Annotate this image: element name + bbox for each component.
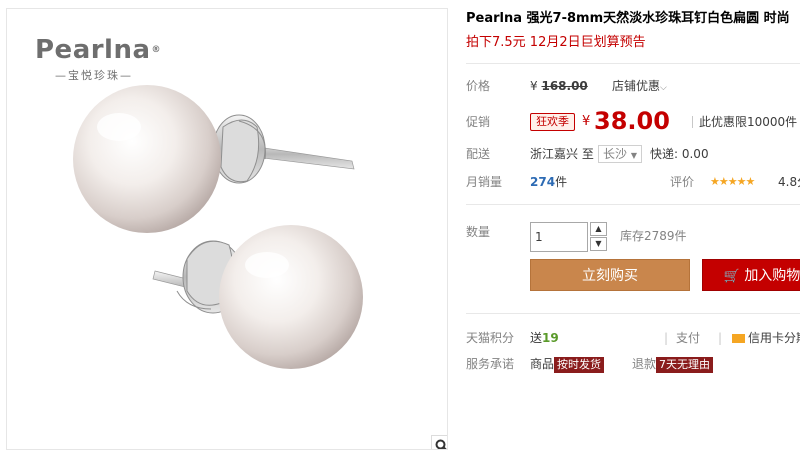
brand-logo: Pearlna® —宝悦珍珠— bbox=[35, 35, 161, 83]
quantity-input[interactable] bbox=[530, 222, 588, 252]
destination-select[interactable]: 长沙 ▼ bbox=[598, 145, 642, 163]
shipping-fee: 快递: 0.00 bbox=[650, 147, 709, 161]
quantity-decrease-button[interactable]: ▼ bbox=[590, 237, 607, 251]
return-promise[interactable]: 退款 7天无理由 bbox=[632, 352, 714, 376]
credit-card-icon bbox=[732, 334, 745, 343]
quantity-label: 数量 bbox=[466, 225, 491, 239]
sales-unit: 件 bbox=[555, 175, 568, 189]
original-price: ¥ 168.00 bbox=[530, 74, 588, 98]
return-label: 退款 bbox=[632, 357, 657, 371]
goods-promise[interactable]: 商品 按时发货 bbox=[530, 352, 605, 376]
promise-label: 服务承诺 bbox=[466, 357, 515, 371]
promo-label: 促销 bbox=[466, 115, 491, 129]
sales-count: 274件 bbox=[530, 170, 567, 194]
product-image-gallery[interactable]: Pearlna® —宝悦珍珠— bbox=[6, 8, 448, 450]
shop-discount-dropdown[interactable]: 店铺优惠⌵ bbox=[612, 74, 667, 100]
price-row: 价格 ¥ 168.00 店铺优惠⌵ bbox=[466, 74, 800, 98]
shipping-label: 配送 bbox=[466, 147, 491, 161]
separator: | bbox=[718, 331, 723, 345]
shipping-from: 浙江嘉兴 至 bbox=[530, 147, 594, 161]
sales-count-value: 274 bbox=[530, 175, 556, 189]
points-label: 天猫积分 bbox=[466, 331, 515, 345]
cart-icon: 🛒 bbox=[723, 269, 740, 284]
separator: | bbox=[664, 331, 669, 345]
buy-now-button[interactable]: 立刻购买 bbox=[530, 259, 690, 291]
product-title: Pearlna 强光7-8mm天然淡水珍珠耳钉白色扁圆 时尚 bbox=[466, 11, 790, 26]
goods-tag: 按时发货 bbox=[554, 357, 605, 373]
product-details: Pearlna 强光7-8mm天然淡水珍珠耳钉白色扁圆 时尚 拍下7.5元 12… bbox=[466, 8, 800, 376]
divider bbox=[466, 204, 800, 205]
promo-currency: ¥ bbox=[582, 114, 591, 129]
service-section: 天猫积分 送19 | 支付 | 信用卡分期 服务承诺 商品按时发货 退款7天无理… bbox=[466, 314, 800, 376]
stock-count: 库存2789件 bbox=[620, 229, 687, 243]
caret-down-icon: ▼ bbox=[630, 151, 637, 160]
brand-subtitle: —宝悦珍珠— bbox=[55, 69, 133, 82]
registered-mark: ® bbox=[151, 45, 162, 55]
shipping-row: 配送 浙江嘉兴 至 长沙 ▼ 快递: 0.00 bbox=[466, 142, 800, 166]
promo-limit: 此优惠限10000件 bbox=[692, 116, 797, 128]
chevron-down-icon: ⌵ bbox=[660, 83, 667, 93]
sales-label: 月销量 bbox=[466, 175, 503, 189]
destination-value: 长沙 bbox=[603, 147, 628, 161]
points-number: 19 bbox=[542, 331, 559, 345]
original-price-value: 168.00 bbox=[541, 79, 588, 93]
brand-name: Pearlna® bbox=[35, 35, 161, 65]
currency-symbol: ¥ bbox=[530, 79, 538, 93]
points-row: 天猫积分 送19 | 支付 | 信用卡分期 bbox=[466, 326, 800, 350]
shop-discount-label: 店铺优惠 bbox=[612, 79, 661, 93]
points-prefix: 送 bbox=[530, 331, 543, 345]
magnifier-icon bbox=[435, 439, 447, 449]
quantity-row: 数量 ▲ ▼ 库存2789件 bbox=[466, 215, 800, 255]
quantity-increase-button[interactable]: ▲ bbox=[590, 222, 607, 236]
rating-label: 评价 bbox=[670, 175, 695, 189]
price-label: 价格 bbox=[466, 79, 491, 93]
promo-price: 38.00 bbox=[594, 107, 670, 135]
goods-label: 商品 bbox=[530, 357, 555, 371]
add-to-cart-label: 加入购物 bbox=[744, 268, 800, 284]
promo-badge: 狂欢季 bbox=[530, 113, 575, 131]
rating-stars: ★★★★★ bbox=[710, 175, 755, 188]
caret-up-icon: ▲ bbox=[595, 224, 602, 233]
action-buttons: 立刻购买 🛒 加入购物 bbox=[466, 259, 800, 291]
caret-down-icon: ▼ bbox=[595, 239, 602, 248]
add-to-cart-button[interactable]: 🛒 加入购物 bbox=[702, 259, 800, 291]
promo-notice: 拍下7.5元 12月2日巨划算预告 bbox=[466, 35, 646, 50]
pay-method-label: 信用卡分期 bbox=[748, 331, 800, 345]
sales-row: 月销量 274件 评价 ★★★★★ 4.8分 bbox=[466, 170, 800, 194]
zoom-button[interactable] bbox=[431, 435, 447, 449]
brand-name-text: Pearlna bbox=[35, 35, 151, 65]
pay-method[interactable]: 信用卡分期 bbox=[732, 326, 800, 350]
promise-row: 服务承诺 商品 按时发货 退款 7天无理由 bbox=[466, 352, 800, 376]
points-value: 送19 bbox=[530, 326, 559, 350]
price-section: 价格 ¥ 168.00 店铺优惠⌵ 促销 狂欢季 ¥ 38.00 此优惠限100… bbox=[466, 64, 800, 194]
pay-label: 支付 bbox=[676, 331, 701, 345]
promo-price-row: 促销 狂欢季 ¥ 38.00 此优惠限10000件 bbox=[466, 107, 800, 135]
rating-score[interactable]: 4.8分 bbox=[778, 170, 800, 194]
return-tag: 7天无理由 bbox=[656, 357, 714, 373]
